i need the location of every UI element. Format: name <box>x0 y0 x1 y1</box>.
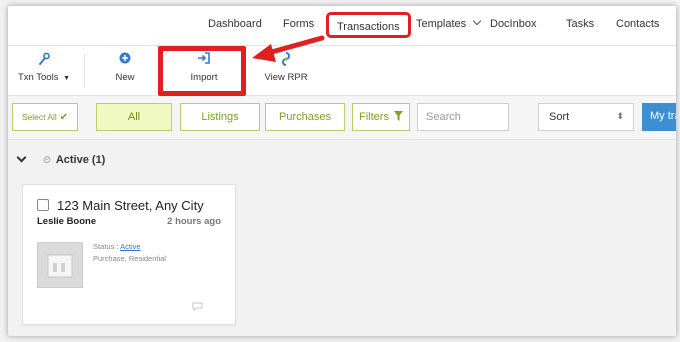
section-label: Active <box>55 154 89 166</box>
txn-tools-label: Txn Tools <box>17 72 59 83</box>
property-type: Purchase, Residential <box>93 254 166 263</box>
view-rpr-label: View RPR <box>264 72 308 83</box>
txn-tools-button[interactable]: Txn Tools ▼ <box>14 52 74 83</box>
filters-button[interactable]: Filters <box>352 103 410 131</box>
nav-tasks[interactable]: Tasks <box>566 18 594 30</box>
chevron-down-icon <box>472 16 482 26</box>
wrench-icon <box>14 52 74 68</box>
transaction-card[interactable]: 123 Main Street, Any City Leslie Boone 2… <box>22 184 236 325</box>
toolbar: Txn Tools ▼ New Import View RPR <box>8 46 676 96</box>
nav-contacts[interactable]: Contacts <box>616 18 659 30</box>
nav-dashboard[interactable]: Dashboard <box>208 18 262 30</box>
tab-all[interactable]: All <box>96 103 172 131</box>
collapse-chevron-icon[interactable] <box>16 152 27 162</box>
status-line: Status : Active <box>93 242 141 251</box>
nav-forms[interactable]: Forms <box>283 18 314 30</box>
house-placeholder-icon <box>47 254 73 278</box>
checkmark-icon: ✔ <box>59 111 69 123</box>
active-section-header[interactable]: ⏲ Active (1) <box>16 152 106 166</box>
nav-docinbox[interactable]: DocInbox <box>490 18 536 30</box>
import-highlight-box <box>158 46 246 96</box>
app-window: Dashboard Forms Transactions Templates D… <box>8 6 676 336</box>
select-all-button[interactable]: Select All ✔ <box>12 103 78 131</box>
card-time: 2 hours ago <box>167 216 221 227</box>
nav-transactions[interactable]: Transactions <box>326 12 411 38</box>
nav-templates[interactable]: Templates <box>416 16 482 30</box>
filter-bar: Select All ✔ All Listings Purchases Filt… <box>8 96 676 140</box>
card-checkbox[interactable] <box>37 199 49 211</box>
caret-down-icon: ▼ <box>63 75 71 82</box>
search-input[interactable]: Search <box>417 103 509 131</box>
select-all-label: Select All <box>21 112 57 122</box>
status-link[interactable]: Active <box>120 242 140 251</box>
plus-circle-icon <box>100 52 150 68</box>
toolbar-divider <box>84 54 85 88</box>
rpr-logo-icon <box>258 52 314 68</box>
property-thumbnail <box>37 242 83 288</box>
nav-templates-label: Templates <box>416 18 467 30</box>
funnel-icon <box>393 110 403 124</box>
view-rpr-button[interactable]: View RPR <box>258 52 314 83</box>
sort-label: Sort <box>549 111 570 123</box>
status-label: Status : <box>93 242 121 251</box>
tab-listings[interactable]: Listings <box>180 103 260 131</box>
section-count: (1) <box>91 154 106 166</box>
tab-purchases[interactable]: Purchases <box>265 103 345 131</box>
up-down-arrows-icon: ⬍ <box>616 111 624 121</box>
card-title[interactable]: 123 Main Street, Any City <box>57 198 204 213</box>
top-nav: Dashboard Forms Transactions Templates D… <box>8 6 676 46</box>
new-label: New <box>115 72 135 83</box>
new-button[interactable]: New <box>100 52 150 83</box>
my-transactions-button[interactable]: My tra <box>642 103 676 131</box>
clock-icon: ⏲ <box>43 154 51 166</box>
screenshot: Dashboard Forms Transactions Templates D… <box>0 0 680 342</box>
comment-icon[interactable] <box>192 298 203 316</box>
sort-select[interactable]: Sort ⬍ <box>538 103 634 131</box>
card-agent: Leslie Boone <box>37 216 97 227</box>
filters-label: Filters <box>359 111 389 123</box>
